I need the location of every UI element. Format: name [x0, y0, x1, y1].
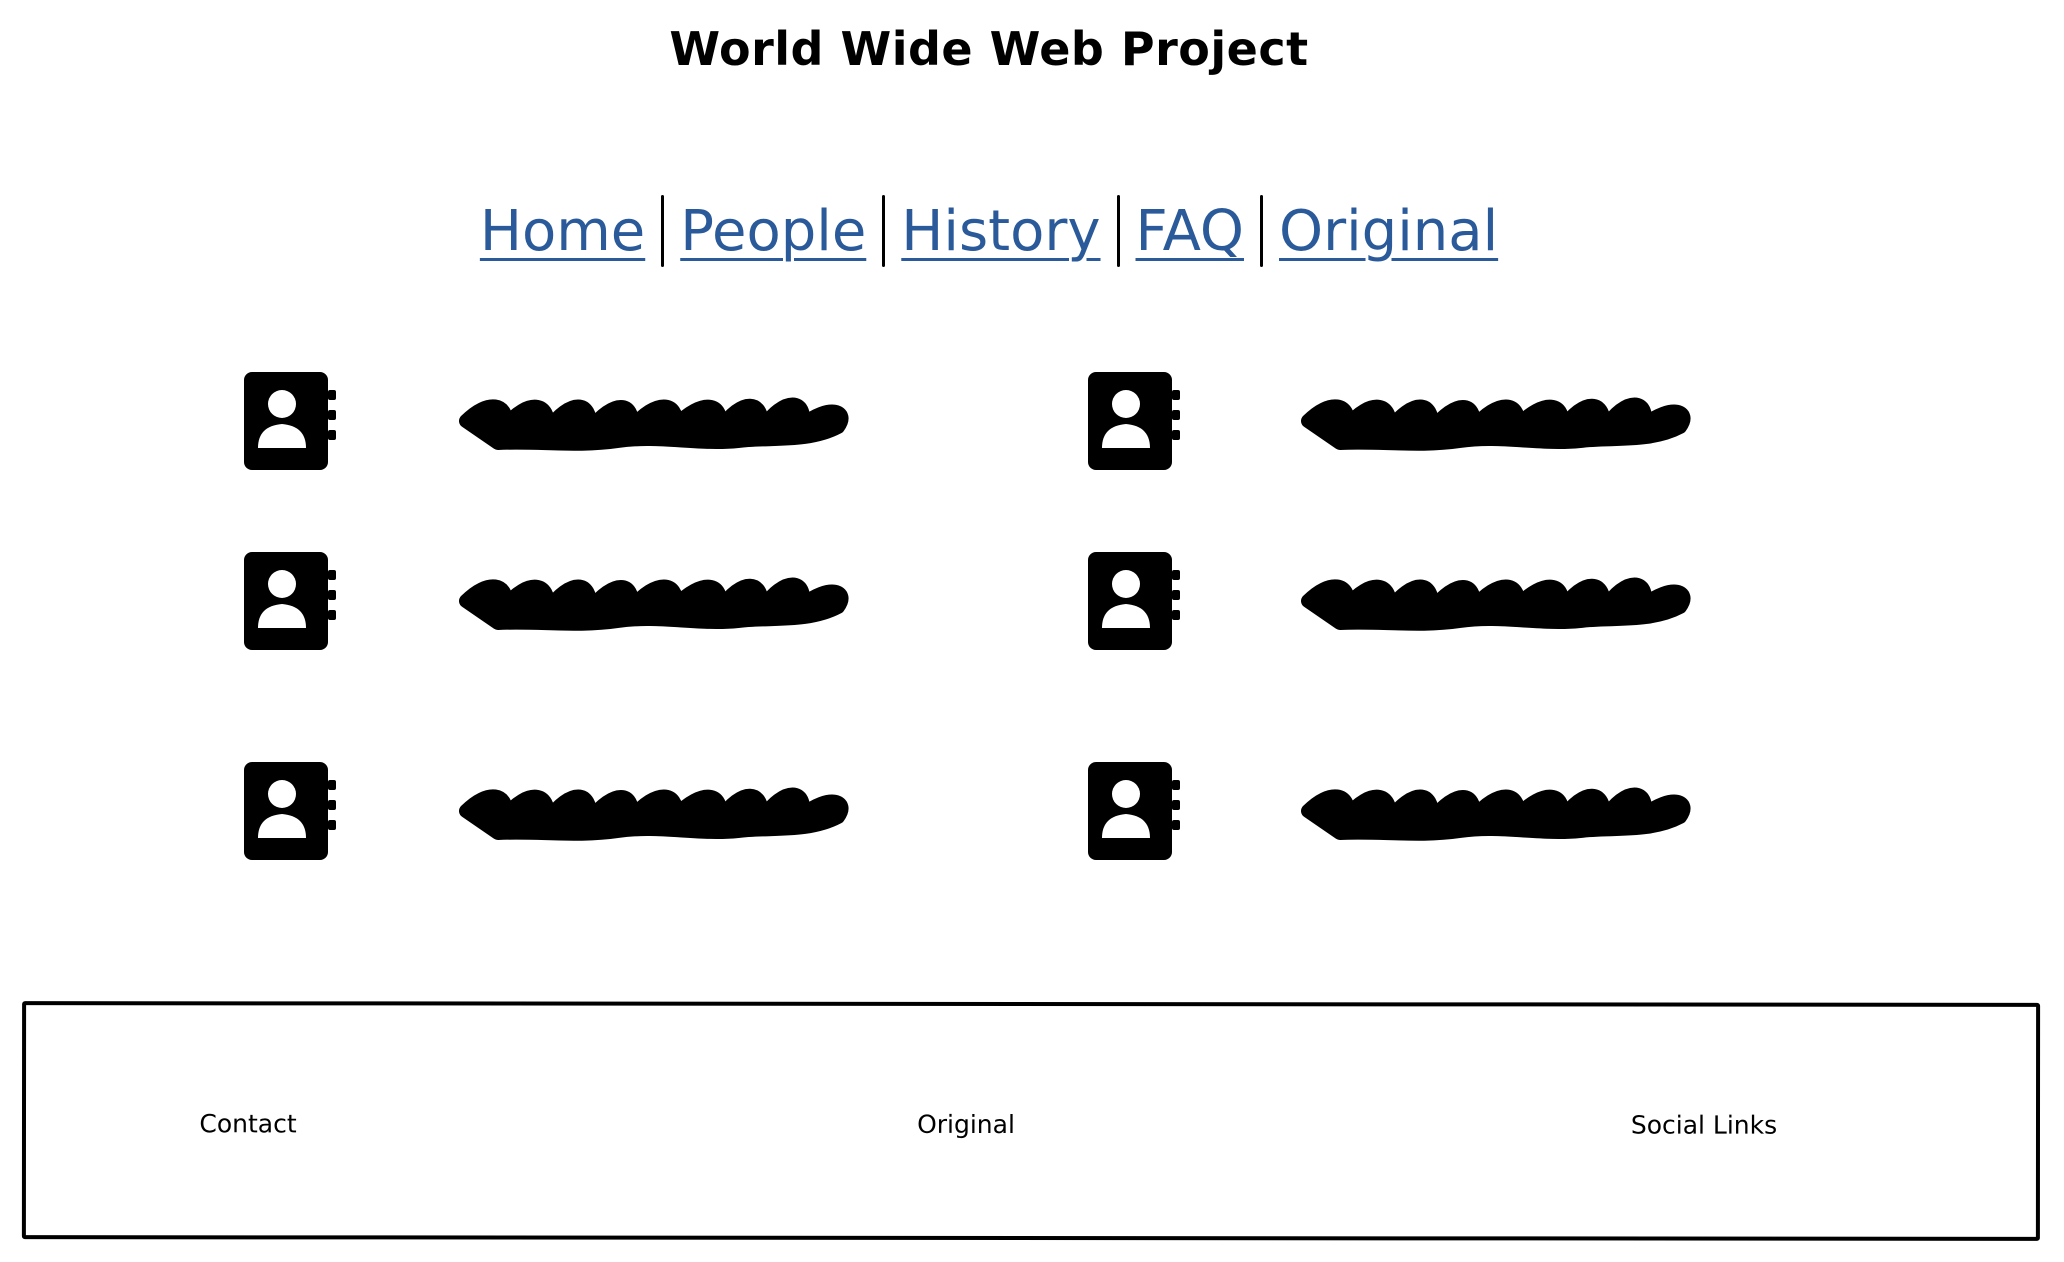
address-book-icon[interactable]	[1084, 552, 1184, 652]
address-book-icon[interactable]	[240, 762, 340, 862]
contact-name-scribble	[1301, 577, 1691, 631]
site-footer: Contact Original Social Links	[21, 1001, 2041, 1241]
page: World Wide Web Project Home People Histo…	[0, 0, 2064, 1262]
footer-original-link[interactable]: Original	[917, 1110, 1015, 1139]
contact-name-scribble	[1301, 787, 1691, 841]
address-book-icon[interactable]	[240, 552, 340, 652]
address-book-icon[interactable]	[1084, 372, 1184, 472]
footer-contact-link[interactable]: Contact	[199, 1109, 296, 1138]
address-book-icon[interactable]	[1084, 762, 1184, 862]
footer-social-links[interactable]: Social Links	[1631, 1111, 1777, 1140]
contact-name-scribble	[1301, 397, 1691, 451]
address-book-icon[interactable]	[240, 372, 340, 472]
contact-name-scribble	[459, 397, 849, 451]
contact-name-scribble	[459, 787, 849, 841]
contact-name-scribble	[459, 577, 849, 631]
